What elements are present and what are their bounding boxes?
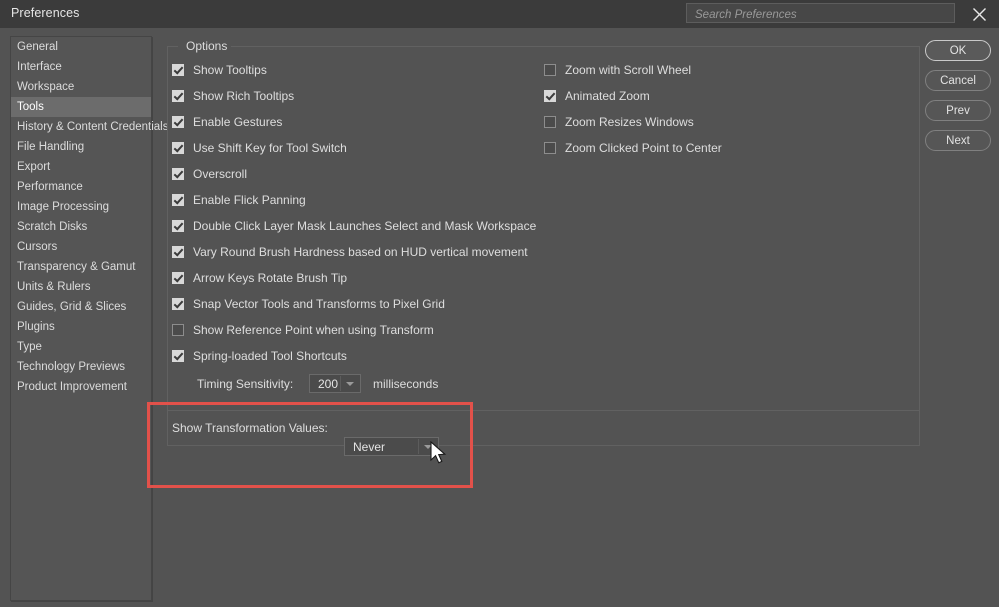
checkbox-row[interactable]: Enable Flick Panning (172, 193, 306, 207)
close-icon (972, 7, 987, 22)
sidebar-item-image-processing[interactable]: Image Processing (11, 197, 151, 217)
page-title: Preferences (11, 6, 80, 20)
cancel-button[interactable]: Cancel (925, 70, 991, 91)
checkbox-row[interactable]: Enable Gestures (172, 115, 282, 129)
checkbox-checked-icon[interactable] (172, 272, 184, 284)
checkbox-label: Enable Flick Panning (193, 193, 306, 207)
options-legend: Options (182, 39, 231, 53)
checkbox-row[interactable]: Snap Vector Tools and Transforms to Pixe… (172, 297, 445, 311)
next-button[interactable]: Next (925, 130, 991, 151)
checkbox-label: Show Tooltips (193, 63, 267, 77)
close-button[interactable] (966, 2, 992, 26)
checkbox-label: Snap Vector Tools and Transforms to Pixe… (193, 297, 445, 311)
search-input[interactable] (693, 6, 952, 23)
options-inner-separator (168, 410, 920, 411)
checkbox-row[interactable]: Spring-loaded Tool Shortcuts (172, 349, 347, 363)
timing-sensitivity-label: Timing Sensitivity: (197, 377, 293, 391)
checkbox-checked-icon[interactable] (172, 142, 184, 154)
sidebar-item-general[interactable]: General (11, 37, 151, 57)
sidebar-item-units-rulers[interactable]: Units & Rulers (11, 277, 151, 297)
chevron-down-icon (346, 382, 354, 386)
checkbox-row[interactable]: Show Tooltips (172, 63, 267, 77)
checkbox-row[interactable]: Zoom with Scroll Wheel (544, 63, 691, 77)
checkbox-row[interactable]: Vary Round Brush Hardness based on HUD v… (172, 245, 528, 259)
sidebar-item-transparency-gamut[interactable]: Transparency & Gamut (11, 257, 151, 277)
checkbox-label: Use Shift Key for Tool Switch (193, 141, 347, 155)
select-divider (340, 376, 341, 391)
sidebar-item-file-handling[interactable]: File Handling (11, 137, 151, 157)
checkbox-row[interactable]: Show Rich Tooltips (172, 89, 294, 103)
sidebar-item-product-improvement[interactable]: Product Improvement (11, 377, 151, 397)
checkbox-row[interactable]: Double Click Layer Mask Launches Select … (172, 219, 536, 233)
checkbox-checked-icon[interactable] (172, 298, 184, 310)
sidebar-item-guides-grid-slices[interactable]: Guides, Grid & Slices (11, 297, 151, 317)
checkbox-unchecked-icon[interactable] (544, 142, 556, 154)
checkbox-label: Double Click Layer Mask Launches Select … (193, 219, 536, 233)
category-sidebar[interactable]: GeneralInterfaceWorkspaceToolsHistory & … (10, 36, 152, 601)
timing-sensitivity-unit: milliseconds (373, 377, 438, 391)
show-transformation-values-label: Show Transformation Values: (172, 421, 328, 435)
checkbox-label: Animated Zoom (565, 89, 650, 103)
checkbox-unchecked-icon[interactable] (544, 64, 556, 76)
checkbox-checked-icon[interactable] (172, 90, 184, 102)
timing-sensitivity-value: 200 (310, 377, 338, 391)
checkbox-label: Zoom with Scroll Wheel (565, 63, 691, 77)
sidebar-item-interface[interactable]: Interface (11, 57, 151, 77)
preferences-dialog: Preferences GeneralInterfaceWorkspaceToo… (0, 0, 999, 607)
checkbox-label: Spring-loaded Tool Shortcuts (193, 349, 347, 363)
checkbox-row[interactable]: Show Reference Point when using Transfor… (172, 323, 434, 337)
sidebar-item-history-content-credentials[interactable]: History & Content Credentials (11, 117, 151, 137)
sidebar-item-workspace[interactable]: Workspace (11, 77, 151, 97)
sidebar-item-technology-previews[interactable]: Technology Previews (11, 357, 151, 377)
checkbox-row[interactable]: Zoom Resizes Windows (544, 115, 694, 129)
checkbox-unchecked-icon[interactable] (172, 324, 184, 336)
checkbox-label: Overscroll (193, 167, 247, 181)
select-divider (418, 439, 419, 454)
checkbox-row[interactable]: Overscroll (172, 167, 247, 181)
show-transformation-values-select[interactable]: Never (344, 437, 439, 456)
timing-sensitivity-select[interactable]: 200 (309, 374, 361, 393)
checkbox-checked-icon[interactable] (172, 194, 184, 206)
sidebar-item-tools[interactable]: Tools (11, 97, 151, 117)
checkbox-label: Enable Gestures (193, 115, 282, 129)
checkbox-checked-icon[interactable] (172, 350, 184, 362)
dialog-button-stack: OK Cancel Prev Next (925, 40, 991, 160)
checkbox-row[interactable]: Zoom Clicked Point to Center (544, 141, 722, 155)
sidebar-item-scratch-disks[interactable]: Scratch Disks (11, 217, 151, 237)
checkbox-checked-icon[interactable] (172, 168, 184, 180)
sidebar-item-performance[interactable]: Performance (11, 177, 151, 197)
sidebar-item-export[interactable]: Export (11, 157, 151, 177)
title-bar: Preferences (0, 0, 999, 28)
checkbox-checked-icon[interactable] (172, 64, 184, 76)
checkbox-label: Vary Round Brush Hardness based on HUD v… (193, 245, 528, 259)
chevron-down-icon (424, 445, 432, 449)
show-transformation-values-value: Never (345, 440, 385, 454)
search-preferences-box[interactable] (686, 3, 955, 23)
sidebar-item-cursors[interactable]: Cursors (11, 237, 151, 257)
checkbox-row[interactable]: Arrow Keys Rotate Brush Tip (172, 271, 347, 285)
prev-button[interactable]: Prev (925, 100, 991, 121)
checkbox-row[interactable]: Animated Zoom (544, 89, 650, 103)
checkbox-unchecked-icon[interactable] (544, 116, 556, 128)
sidebar-item-type[interactable]: Type (11, 337, 151, 357)
checkbox-label: Zoom Clicked Point to Center (565, 141, 722, 155)
checkbox-row[interactable]: Use Shift Key for Tool Switch (172, 141, 347, 155)
ok-button[interactable]: OK (925, 40, 991, 61)
checkbox-checked-icon[interactable] (172, 116, 184, 128)
checkbox-checked-icon[interactable] (172, 220, 184, 232)
checkbox-label: Show Reference Point when using Transfor… (193, 323, 434, 337)
checkbox-checked-icon[interactable] (172, 246, 184, 258)
checkbox-label: Arrow Keys Rotate Brush Tip (193, 271, 347, 285)
sidebar-item-plugins[interactable]: Plugins (11, 317, 151, 337)
checkbox-label: Show Rich Tooltips (193, 89, 294, 103)
checkbox-checked-icon[interactable] (544, 90, 556, 102)
checkbox-label: Zoom Resizes Windows (565, 115, 694, 129)
